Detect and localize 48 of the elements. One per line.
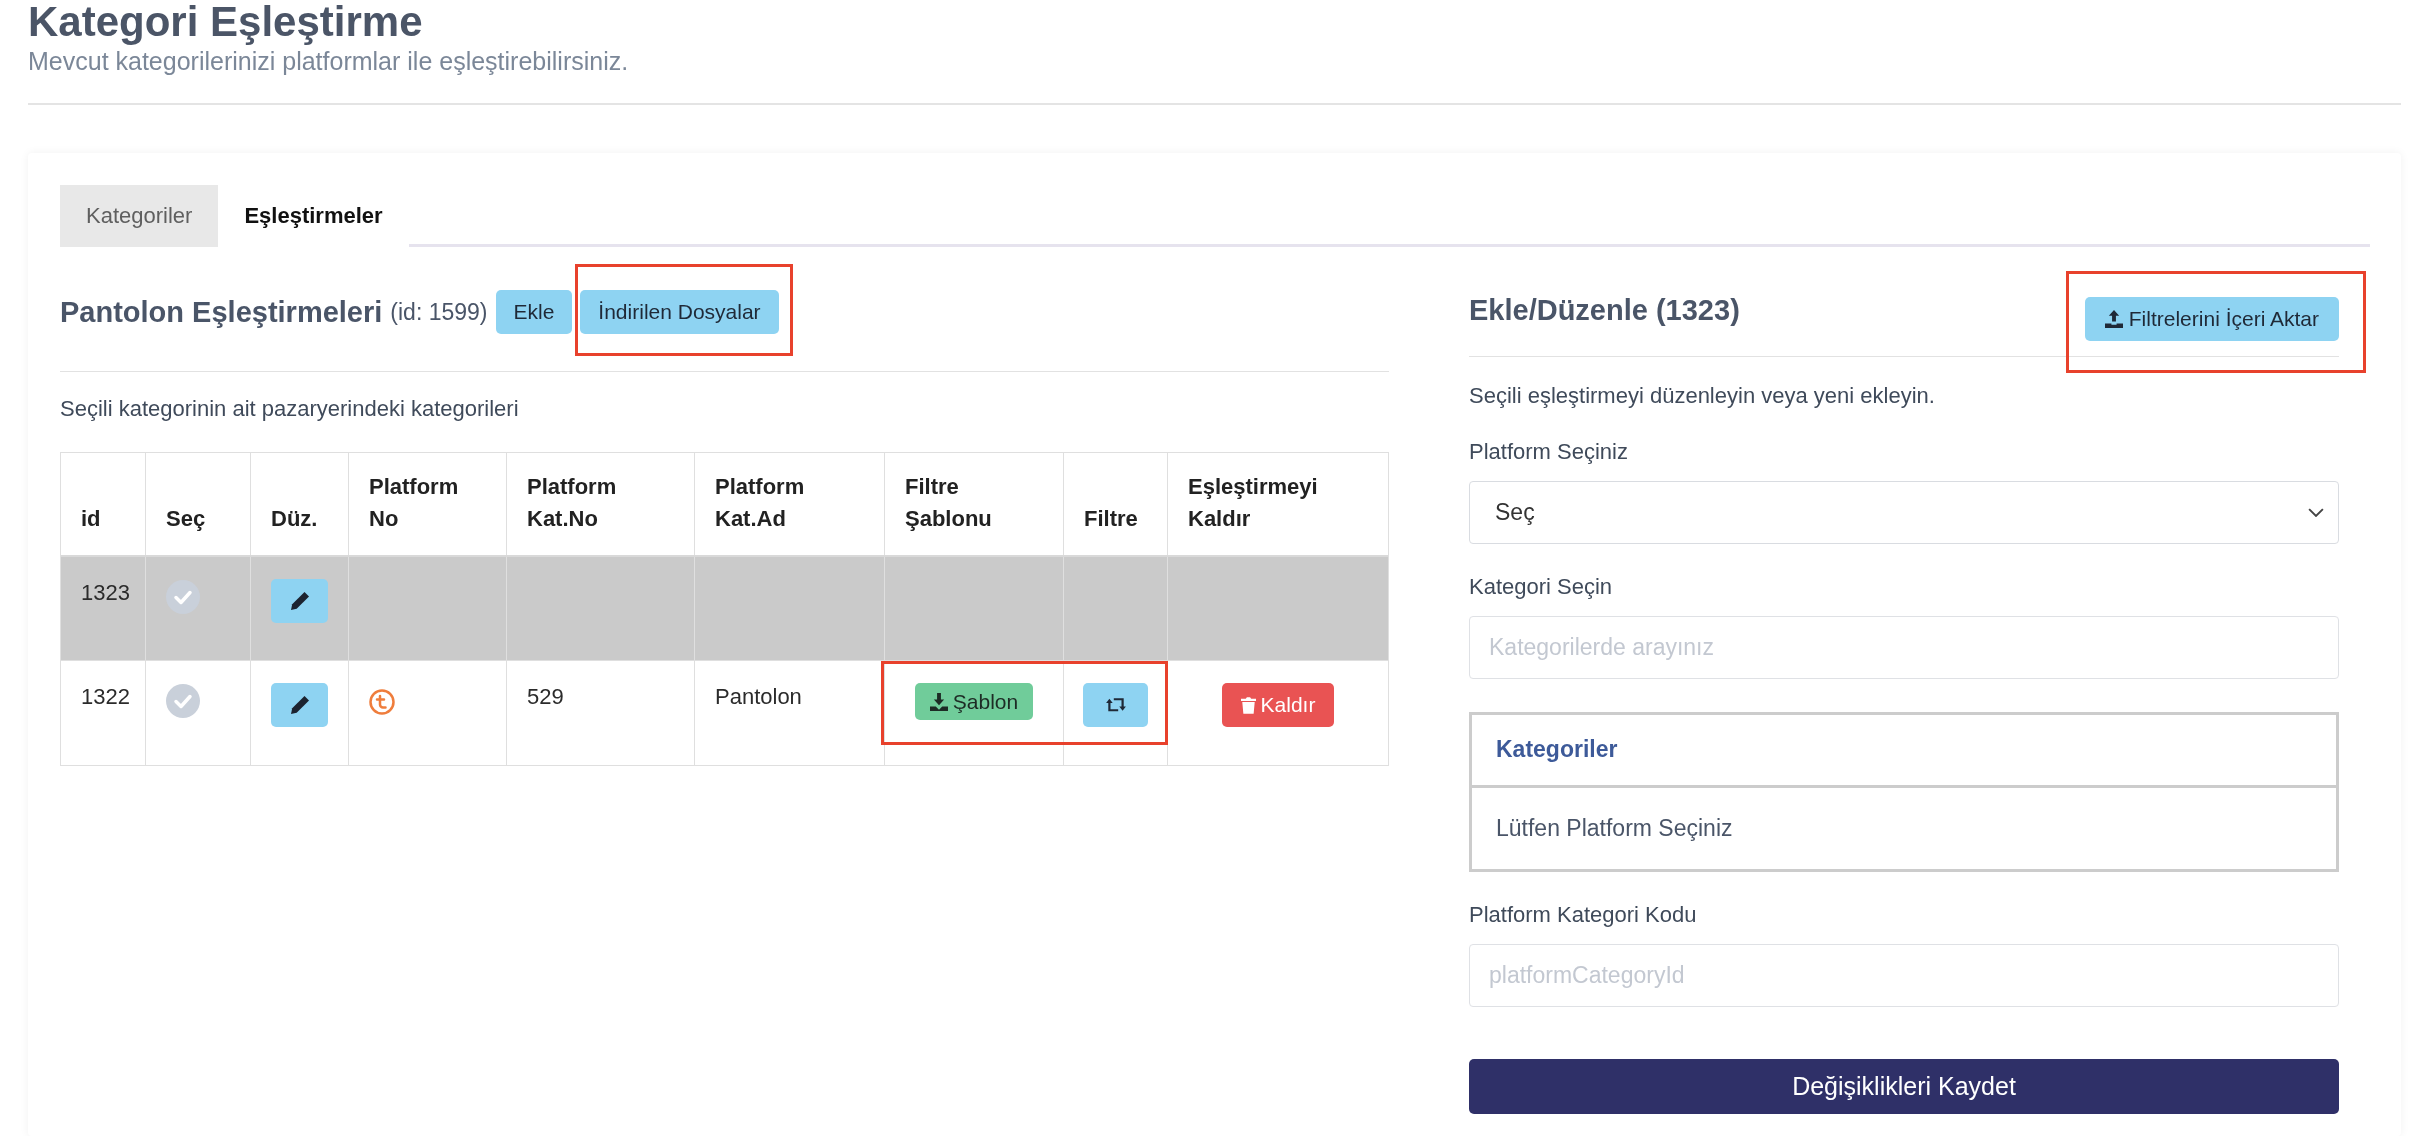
table-cell: Pantolon	[715, 683, 802, 711]
check-circle-icon[interactable]	[166, 580, 200, 614]
column-header: id	[81, 505, 101, 533]
pencil-icon	[290, 592, 309, 610]
toolbar-button[interactable]: İndirilen Dosyalar	[580, 290, 779, 334]
page-title: Kategori Eşleştirme	[28, 0, 424, 44]
column-header: Eşleştirmeyi Kaldır	[1188, 473, 1318, 533]
list-item[interactable]: Lütfen Platform Seçiniz	[1472, 788, 2336, 869]
input-field[interactable]: platformCategoryId	[1469, 944, 2339, 1007]
edit-button[interactable]	[271, 683, 328, 727]
download-icon	[929, 692, 948, 711]
column-header: Düz.	[271, 505, 318, 533]
table-description: Seçili kategorinin ait pazaryerindeki kategorileri	[60, 396, 520, 422]
column-header: Filtre Şablonu	[905, 473, 992, 533]
import-button[interactable]: Filtrelerini İçeri Aktar	[2084, 297, 2339, 341]
page-subtitle: Mevcut kategorilerinizi platformlar ile eşleştirebilirsiniz.	[28, 47, 630, 75]
table-cell: 1323	[81, 579, 130, 607]
list-header: Kategoriler	[1472, 715, 2336, 788]
table-cell: 529	[527, 683, 564, 711]
input-field[interactable]: Kategorilerde arayınız	[1469, 616, 2339, 679]
column-header: Platform Kat.Ad	[715, 473, 805, 533]
edit-button[interactable]	[271, 579, 328, 623]
dropdown-field[interactable]: Seç	[1469, 481, 2339, 544]
table-row[interactable]: 1323	[61, 557, 1388, 661]
column-header: Platform No	[369, 473, 459, 533]
column-header: Platform Kat.No	[527, 473, 617, 533]
pencil-icon	[290, 696, 309, 714]
id-label: (id: 1599)	[390, 298, 488, 326]
column-header: Seç	[166, 505, 206, 533]
upload-icon	[2104, 310, 2123, 328]
filter-button[interactable]	[1083, 683, 1148, 727]
template-button[interactable]: Şablon	[914, 683, 1034, 720]
section-heading: Pantolon Eşleştirmeleri	[60, 295, 383, 329]
chevron-down-icon	[2308, 508, 2324, 517]
field-label: Kategori Seçin	[1469, 574, 1614, 600]
platform-logo-icon	[369, 689, 395, 715]
field-label: Platform Seçiniz	[1469, 439, 1629, 465]
repeat-icon	[1104, 698, 1127, 712]
form-description: Seçili eşleştirmeyi düzenleyin veya yeni ekleyin.	[1469, 383, 1936, 409]
column-header: Filtre	[1084, 505, 1138, 533]
table-cell: 1322	[81, 683, 130, 711]
remove-button[interactable]: Kaldır	[1221, 683, 1335, 727]
tab[interactable]: Kategoriler	[60, 185, 219, 247]
check-circle-icon[interactable]	[166, 684, 200, 718]
trash-icon	[1240, 696, 1256, 714]
save-button[interactable]: Değişiklikleri Kaydet	[1469, 1059, 2339, 1114]
field-label: Platform Kategori Kodu	[1469, 902, 1698, 928]
toolbar-button[interactable]: Ekle	[495, 290, 573, 334]
